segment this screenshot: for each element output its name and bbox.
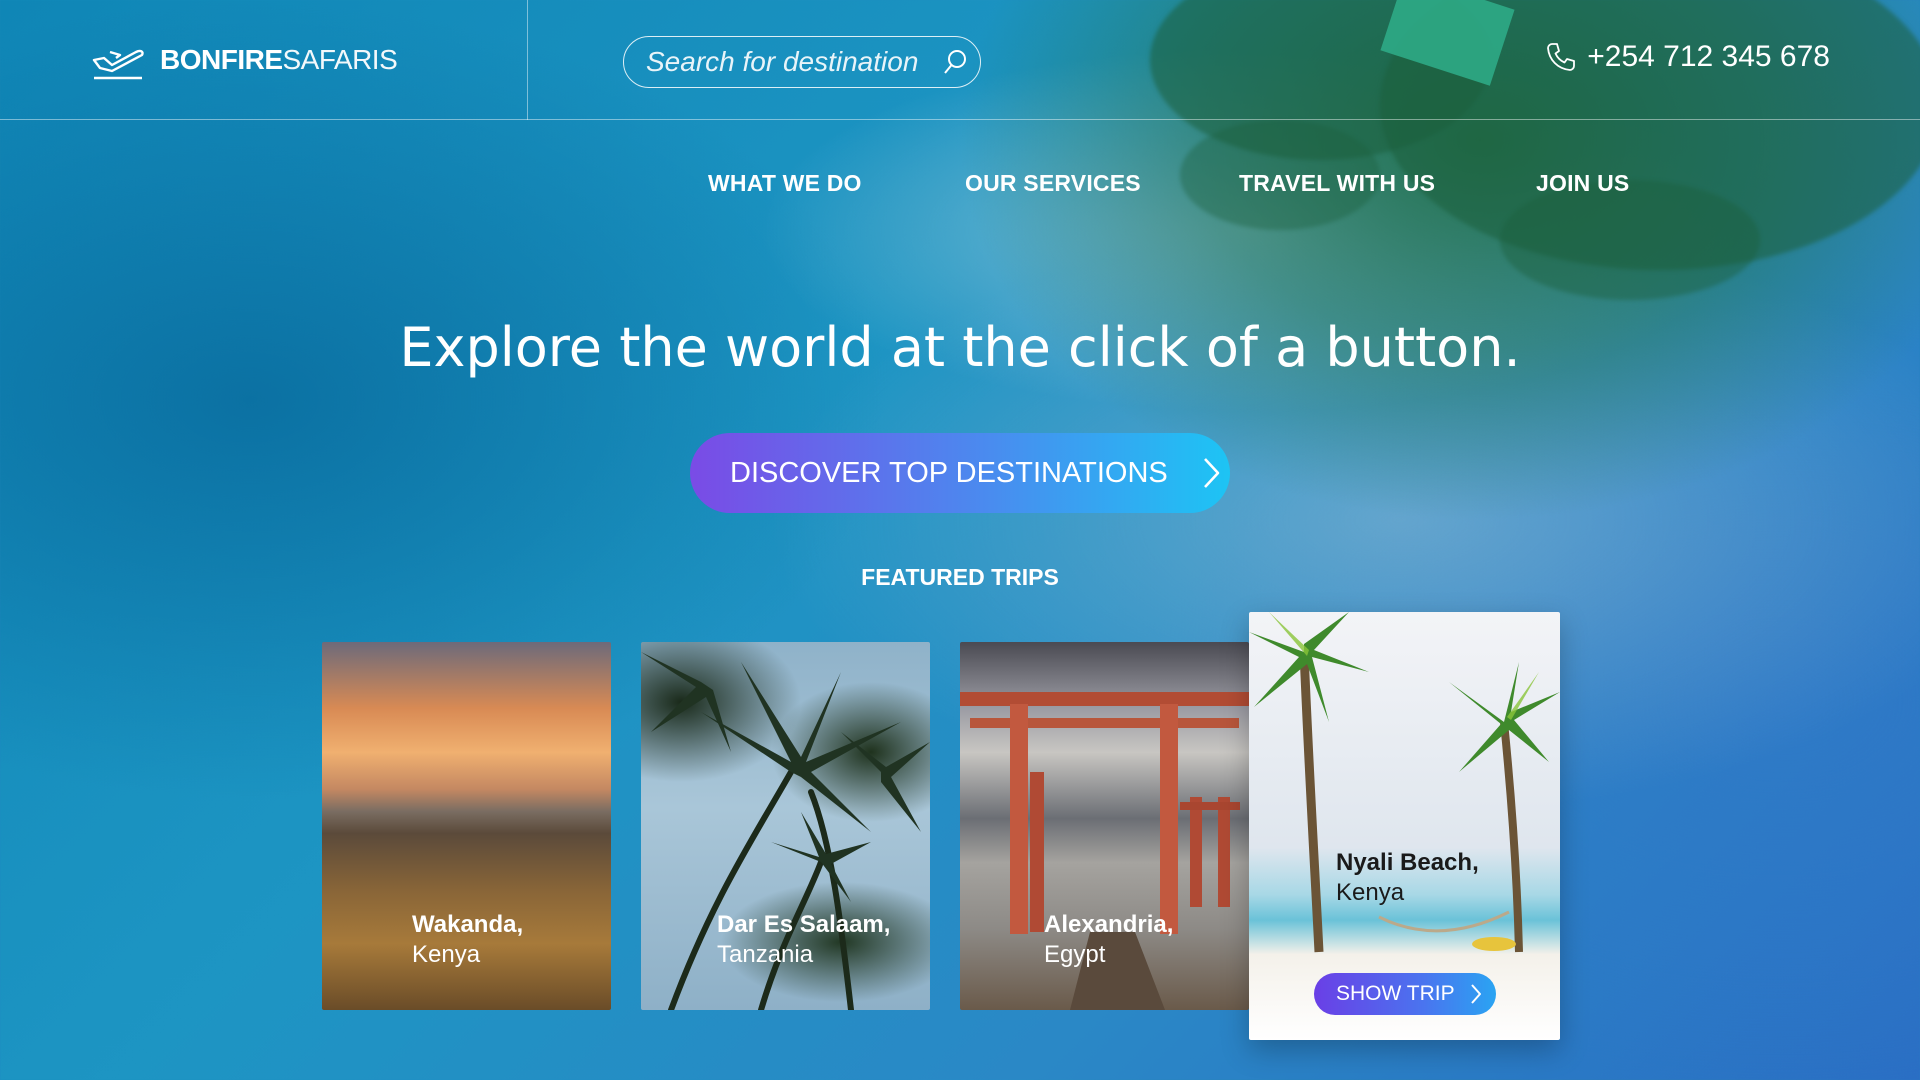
- trip-card-wakanda[interactable]: Wakanda, Kenya: [322, 642, 611, 1010]
- contact-phone[interactable]: +254 712 345 678: [1545, 40, 1830, 74]
- main-nav: WHAT WE DO OUR SERVICES TRAVEL WITH US J…: [0, 170, 1920, 202]
- trip-card-caption: Alexandria, Egypt: [1044, 910, 1173, 970]
- trip-city: Alexandria,: [1044, 911, 1174, 938]
- nav-item-what-we-do[interactable]: WHAT WE DO: [708, 170, 862, 197]
- featured-trips-heading: FEATURED TRIPS: [861, 564, 1059, 590]
- trip-country: Kenya: [1336, 879, 1405, 906]
- trip-city: Dar Es Salaam,: [717, 911, 891, 938]
- trip-card-nyali-beach[interactable]: Nyali Beach, Kenya SHOW TRIP: [1249, 612, 1560, 1040]
- brand-name-bold: BONFIRE: [160, 44, 283, 75]
- trip-card-dar-es-salaam[interactable]: Dar Es Salaam, Tanzania: [641, 642, 930, 1010]
- trip-country: Kenya: [412, 941, 481, 968]
- nav-item-our-services[interactable]: OUR SERVICES: [965, 170, 1141, 197]
- header-vertical-divider: [527, 0, 528, 120]
- nav-item-join-us[interactable]: JOIN US: [1536, 170, 1629, 197]
- search-icon[interactable]: [942, 48, 968, 76]
- trip-city: Wakanda,: [412, 911, 524, 938]
- brand-name-light: SAFARIS: [282, 44, 398, 75]
- phone-icon: [1547, 43, 1576, 71]
- hero-title: Explore the world at the click of a butt…: [399, 316, 1521, 379]
- chevron-right-icon: [1470, 984, 1481, 1004]
- trip-card-caption: Nyali Beach, Kenya: [1336, 848, 1479, 908]
- nav-item-travel-with-us[interactable]: TRAVEL WITH US: [1239, 170, 1435, 197]
- brand-logo[interactable]: BONFIRESAFARIS: [90, 38, 398, 82]
- trip-card-caption: Dar Es Salaam, Tanzania: [717, 910, 890, 970]
- show-trip-button[interactable]: SHOW TRIP: [1314, 973, 1496, 1015]
- brand-name: BONFIRESAFARIS: [160, 44, 398, 76]
- trip-card-alexandria[interactable]: Alexandria, Egypt: [960, 642, 1249, 1010]
- chevron-right-icon: [1203, 458, 1220, 488]
- trip-card-caption: Wakanda, Kenya: [412, 910, 523, 970]
- trip-country: Tanzania: [717, 941, 814, 968]
- cta-label: DISCOVER TOP DESTINATIONS: [730, 456, 1168, 489]
- trip-city: Nyali Beach,: [1336, 849, 1479, 876]
- discover-destinations-button[interactable]: DISCOVER TOP DESTINATIONS: [690, 433, 1230, 513]
- trip-country: Egypt: [1044, 941, 1106, 968]
- phone-number: +254 712 345 678: [1587, 40, 1830, 73]
- plane-icon: [92, 49, 144, 80]
- show-trip-label: SHOW TRIP: [1336, 982, 1455, 1005]
- search-input[interactable]: [644, 45, 938, 79]
- search-box[interactable]: [623, 36, 981, 88]
- header-divider-line: [0, 119, 1920, 120]
